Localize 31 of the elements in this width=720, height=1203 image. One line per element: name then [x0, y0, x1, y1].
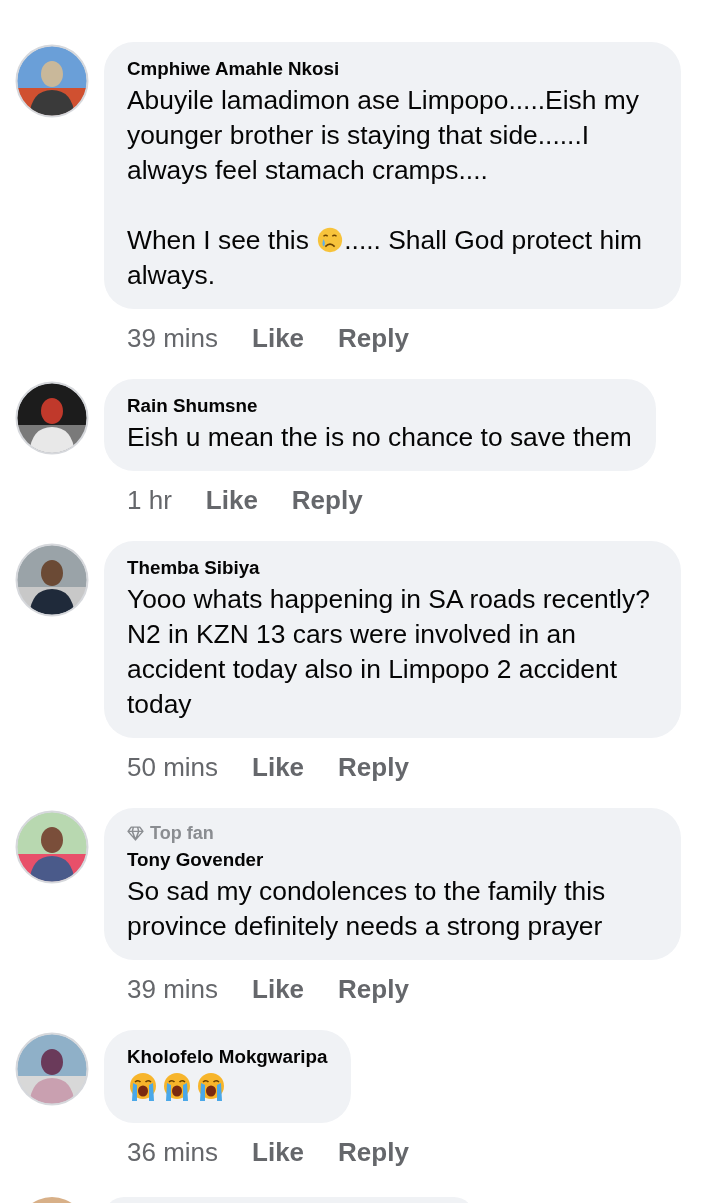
reply-button[interactable]: Reply — [338, 974, 409, 1004]
like-button[interactable]: Like — [252, 323, 305, 353]
crying-face-icon — [127, 1071, 159, 1103]
commenter-name[interactable]: Kholofelo Mokgwaripa — [127, 1045, 328, 1069]
crying-face-icon — [161, 1071, 193, 1103]
reply-button[interactable]: Reply — [338, 752, 409, 782]
like-button[interactable]: Like — [252, 974, 305, 1004]
commenter-name[interactable]: Rain Shumsne — [127, 394, 632, 418]
diamond-icon — [127, 826, 144, 841]
commenter-name[interactable]: Cmphiwe Amahle Nkosi — [127, 57, 657, 81]
crying-face-icon — [195, 1071, 227, 1103]
reply-button[interactable]: Reply — [338, 1137, 409, 1167]
comment-text: When I see this ..... Shall God protect him always. — [127, 224, 643, 292]
comment-text: So sad my condolences to the family this province definitely needs a strong prayer — [127, 875, 607, 943]
comment-time: 36 mins — [127, 1137, 219, 1167]
sad-face-icon — [316, 226, 345, 254]
comment-text: Eish u mean the is no chance to save them — [127, 421, 632, 454]
comment-text: Yooo whats happening in SA roads recently? N2 in KZN 13 cars were involved in an accident today also in Limpopo 2 accident today — [127, 583, 651, 721]
commenter-name[interactable]: Themba Sibiya — [127, 556, 657, 580]
like-button[interactable]: Like — [252, 1137, 305, 1167]
comment-time: 39 mins — [127, 323, 219, 353]
comment-time: 1 hr — [127, 485, 172, 515]
top-fan-label: Top fan — [150, 823, 214, 844]
like-button[interactable]: Like — [205, 485, 258, 515]
commenter-name[interactable]: Tony Govender — [127, 848, 657, 872]
comment-time: 39 mins — [127, 974, 219, 1004]
comment-text: Abuyile lamadimon ase Limpopo.....Eish my younger brother is staying that side......I always feel stamach cramps.... — [127, 84, 640, 187]
comment-time: 50 mins — [127, 752, 219, 782]
like-button[interactable]: Like — [252, 752, 305, 782]
reply-button[interactable]: Reply — [338, 323, 409, 353]
reply-button[interactable]: Reply — [291, 485, 363, 515]
